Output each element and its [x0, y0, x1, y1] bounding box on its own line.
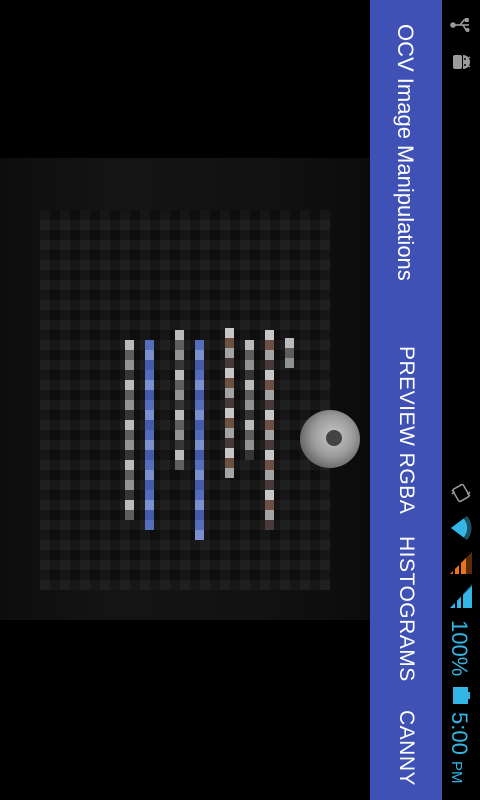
action-bar: OCV Image Manipulations PREVIEW RGBA HIS…: [370, 0, 442, 800]
clock-ampm: PM: [448, 760, 465, 784]
app-title: OCV Image Manipulations: [393, 24, 418, 281]
status-bar: 100% 5:00 PM: [442, 0, 480, 800]
signal-icon: [450, 584, 472, 608]
image-stripe: [125, 340, 134, 520]
image-stripe: [145, 340, 154, 530]
android-debug-icon: [453, 55, 471, 69]
image-stripe: [245, 340, 254, 460]
image-stripe: [175, 330, 184, 470]
image-stripe: [195, 340, 204, 540]
camera-preview[interactable]: [0, 0, 370, 800]
tux-logo-blur: [300, 410, 360, 468]
image-stripe: [225, 328, 234, 478]
battery-icon: [453, 687, 470, 704]
preview-rgba-button[interactable]: PREVIEW RGBA: [394, 346, 418, 514]
screen: OCV Image Manipulations PREVIEW RGBA HIS…: [0, 0, 480, 800]
histograms-button[interactable]: HISTOGRAMS: [394, 536, 418, 682]
image-stripe: [265, 330, 274, 530]
clock: 5:00 PM: [446, 712, 472, 783]
clock-time: 5:00: [447, 712, 472, 755]
usb-icon: [450, 18, 470, 33]
wifi-icon: [451, 516, 472, 540]
canny-button[interactable]: CANNY: [394, 710, 418, 786]
vibrate-icon: [451, 483, 471, 503]
signal-icon: [450, 552, 472, 574]
pixelized-image: [40, 210, 330, 590]
battery-percentage: 100%: [447, 620, 472, 677]
image-stripe: [285, 338, 294, 368]
